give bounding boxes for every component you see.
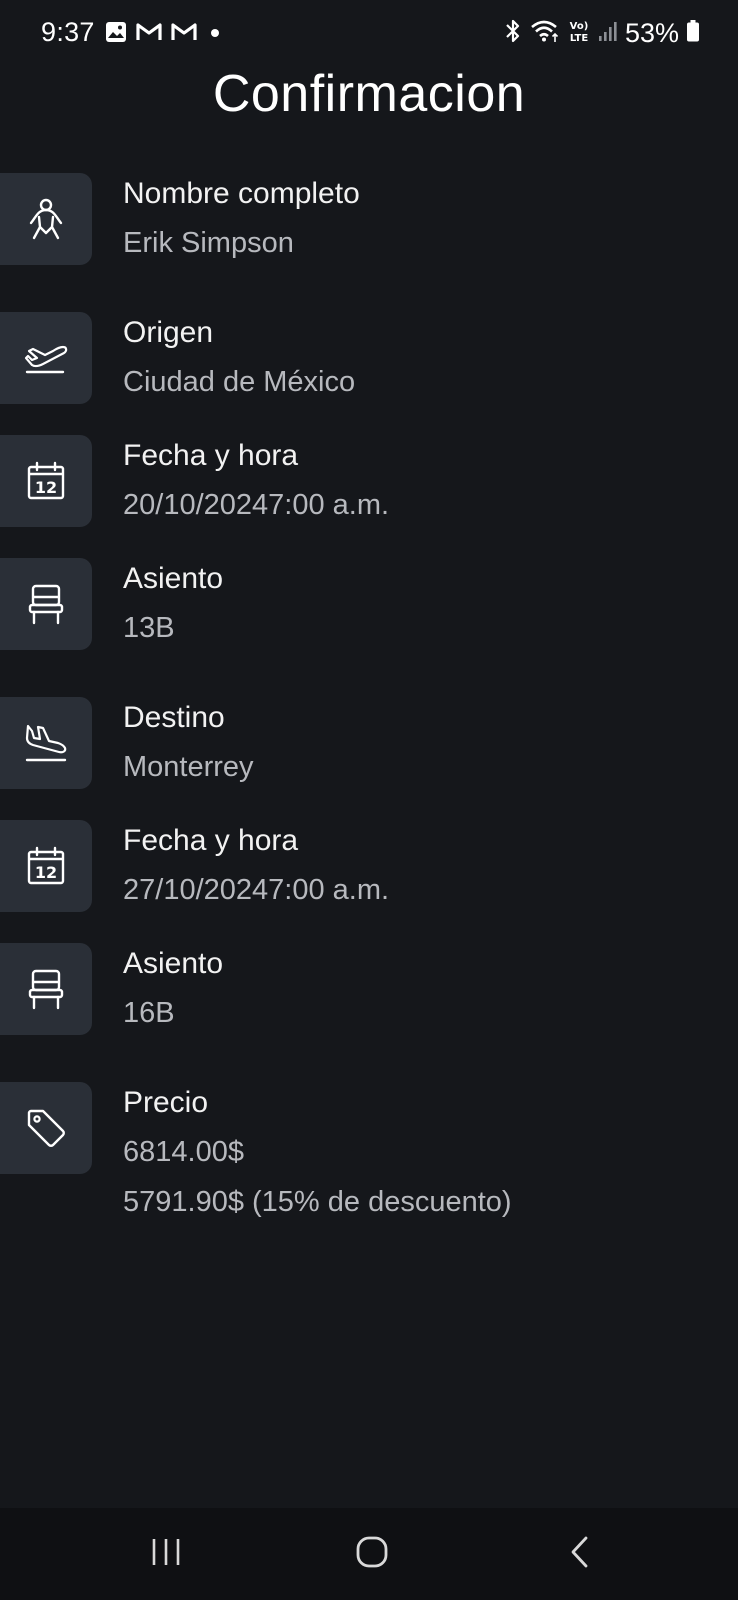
person-icon (26, 197, 66, 241)
icon-box (0, 697, 92, 789)
row-value: 27/10/20247:00 a.m. (123, 874, 390, 906)
page-title: Confirmacion (212, 65, 526, 123)
row-value: 13B (123, 612, 175, 644)
row-label: Nombre completo (123, 177, 360, 210)
icon-box (0, 558, 92, 650)
row-value-discount: 5791.90$ (15% de descuento) (123, 1186, 512, 1218)
recent-apps-icon (149, 1537, 183, 1572)
tag-icon (25, 1107, 67, 1149)
navigation-bar (0, 1508, 738, 1600)
calendar-icon: 12 (26, 846, 66, 886)
seat-icon (26, 968, 66, 1010)
battery-percent: 53% (624, 18, 679, 48)
status-bar: 9:37 Vo) LTE 53% (0, 0, 738, 70)
back-icon (565, 1535, 595, 1574)
row-value: Ciudad de México (123, 366, 356, 398)
row-value: Erik Simpson (123, 227, 294, 259)
home-button[interactable] (342, 1526, 402, 1582)
dot-icon (206, 22, 224, 47)
row-label: Precio (123, 1086, 209, 1119)
row-label: Fecha y hora (123, 439, 299, 472)
battery-icon (686, 19, 700, 48)
row-value: 16B (123, 997, 175, 1029)
status-right: Vo) LTE 53% (503, 18, 700, 49)
icon-box: 12 (0, 435, 92, 527)
svg-text:LTE: LTE (570, 33, 589, 44)
icon-box (0, 943, 92, 1035)
status-time: 9:37 (41, 17, 95, 47)
icon-box (0, 312, 92, 404)
row-value: 6814.00$ (123, 1136, 244, 1168)
volte-icon: Vo) LTE (567, 18, 591, 49)
back-button[interactable] (550, 1526, 610, 1582)
bluetooth-icon (503, 18, 523, 49)
icon-box (0, 173, 92, 265)
gmail-icon (136, 22, 162, 47)
row-label: Asiento (123, 562, 224, 595)
takeoff-icon (23, 338, 69, 378)
row-value: 20/10/20247:00 a.m. (123, 489, 390, 521)
icon-box: 12 (0, 820, 92, 912)
gmail-icon (171, 22, 197, 47)
icon-box (0, 1082, 92, 1174)
calendar-day: 12 (35, 478, 57, 497)
recent-apps-button[interactable] (136, 1526, 196, 1582)
row-label: Destino (123, 701, 225, 734)
calendar-day: 12 (35, 863, 57, 882)
row-label: Fecha y hora (123, 824, 299, 857)
row-value: Monterrey (123, 751, 254, 783)
gallery-icon (105, 21, 127, 48)
svg-text:Vo): Vo) (570, 21, 589, 32)
landing-icon (23, 722, 69, 764)
wifi-icon (530, 18, 560, 49)
notification-icons (105, 21, 224, 48)
seat-icon (26, 583, 66, 625)
signal-icon (598, 19, 618, 48)
row-label: Origen (123, 316, 214, 349)
row-label: Asiento (123, 947, 224, 980)
calendar-icon: 12 (26, 461, 66, 501)
home-icon (355, 1535, 389, 1574)
